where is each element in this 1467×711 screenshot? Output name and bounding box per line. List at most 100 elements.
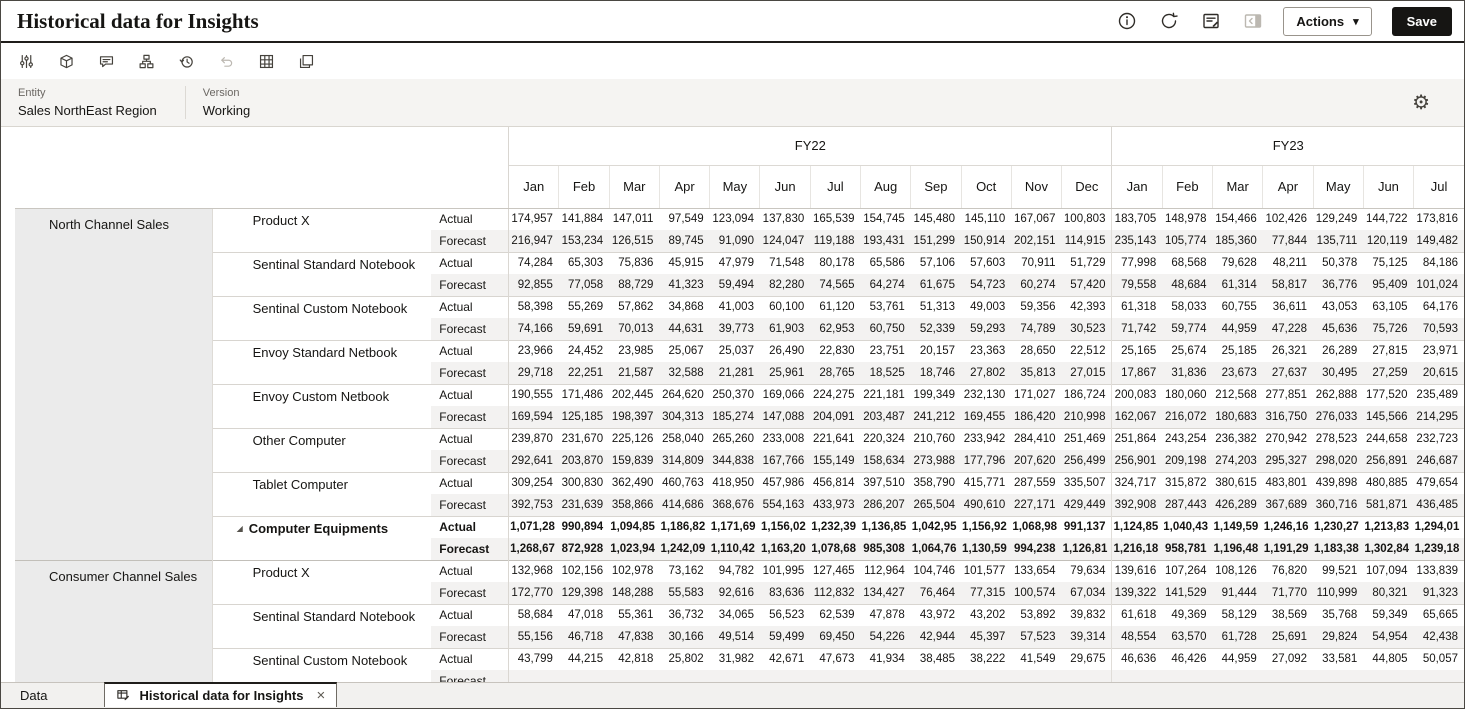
row-header-product[interactable]: Tablet Computer bbox=[212, 472, 431, 516]
data-cell[interactable]: 231,670 bbox=[559, 428, 609, 450]
data-cell[interactable]: 112,832 bbox=[810, 582, 860, 604]
data-cell[interactable]: 243,254 bbox=[1162, 428, 1212, 450]
data-cell[interactable]: 77,315 bbox=[961, 582, 1011, 604]
data-cell[interactable]: 581,871 bbox=[1363, 494, 1413, 516]
data-cell[interactable]: 1,216,18 bbox=[1112, 538, 1162, 560]
data-cell[interactable]: 71,548 bbox=[760, 252, 810, 274]
column-header-year[interactable]: FY23 bbox=[1112, 127, 1464, 165]
data-cell[interactable]: 994,238 bbox=[1011, 538, 1061, 560]
data-cell[interactable]: 57,523 bbox=[1011, 626, 1061, 648]
data-cell[interactable]: 148,288 bbox=[609, 582, 659, 604]
data-cell[interactable]: 23,966 bbox=[509, 340, 559, 362]
data-cell[interactable]: 202,445 bbox=[609, 384, 659, 406]
data-cell[interactable]: 414,686 bbox=[659, 494, 709, 516]
data-cell[interactable]: 287,559 bbox=[1011, 472, 1061, 494]
data-cell[interactable]: 82,280 bbox=[760, 274, 810, 296]
data-cell[interactable]: 64,274 bbox=[861, 274, 911, 296]
data-cell[interactable]: 220,324 bbox=[861, 428, 911, 450]
data-cell[interactable]: 39,773 bbox=[710, 318, 760, 340]
data-cell[interactable]: 74,789 bbox=[1011, 318, 1061, 340]
data-cell[interactable]: 207,620 bbox=[1011, 450, 1061, 472]
data-cell[interactable]: 554,163 bbox=[760, 494, 810, 516]
data-cell[interactable]: 30,166 bbox=[659, 626, 709, 648]
data-cell[interactable]: 190,555 bbox=[509, 384, 559, 406]
data-cell[interactable]: 45,636 bbox=[1313, 318, 1363, 340]
data-cell[interactable]: 1,040,43 bbox=[1162, 516, 1212, 538]
data-cell[interactable]: 231,639 bbox=[559, 494, 609, 516]
data-cell[interactable]: 276,033 bbox=[1313, 406, 1363, 428]
data-cell[interactable]: 24,452 bbox=[559, 340, 609, 362]
data-cell[interactable]: 77,998 bbox=[1112, 252, 1162, 274]
data-cell[interactable]: 55,269 bbox=[559, 296, 609, 318]
data-cell[interactable] bbox=[911, 670, 961, 682]
data-cell[interactable]: 167,067 bbox=[1011, 208, 1061, 230]
data-cell[interactable]: 274,203 bbox=[1213, 450, 1263, 472]
data-cell[interactable] bbox=[659, 670, 709, 682]
data-cell[interactable]: 48,554 bbox=[1112, 626, 1162, 648]
data-cell[interactable]: 27,802 bbox=[961, 362, 1011, 384]
data-cell[interactable] bbox=[1011, 670, 1061, 682]
data-cell[interactable]: 27,815 bbox=[1363, 340, 1413, 362]
row-header-scenario[interactable]: Forecast bbox=[431, 230, 508, 252]
data-cell[interactable]: 70,593 bbox=[1414, 318, 1464, 340]
data-cell[interactable]: 43,053 bbox=[1313, 296, 1363, 318]
data-cell[interactable]: 480,885 bbox=[1363, 472, 1413, 494]
data-cell[interactable]: 74,166 bbox=[509, 318, 559, 340]
hierarchy-button[interactable] bbox=[138, 53, 155, 70]
row-header-product[interactable]: Envoy Standard Netbook bbox=[212, 340, 431, 384]
dimension-button[interactable] bbox=[58, 53, 75, 70]
data-cell[interactable]: 1,246,16 bbox=[1263, 516, 1313, 538]
data-cell[interactable]: 137,830 bbox=[760, 208, 810, 230]
data-cell[interactable]: 61,120 bbox=[810, 296, 860, 318]
data-cell[interactable]: 1,136,85 bbox=[861, 516, 911, 538]
data-cell[interactable]: 244,658 bbox=[1363, 428, 1413, 450]
data-cell[interactable]: 55,361 bbox=[609, 604, 659, 626]
data-cell[interactable]: 73,162 bbox=[659, 560, 709, 582]
data-cell[interactable]: 227,171 bbox=[1011, 494, 1061, 516]
row-header-product[interactable]: Other Computer bbox=[212, 428, 431, 472]
data-cell[interactable]: 31,836 bbox=[1162, 362, 1212, 384]
data-cell[interactable]: 44,959 bbox=[1213, 318, 1263, 340]
data-cell[interactable]: 21,281 bbox=[710, 362, 760, 384]
data-cell[interactable]: 126,515 bbox=[609, 230, 659, 252]
row-header-product[interactable]: Sentinal Standard Notebook bbox=[212, 604, 431, 648]
data-cell[interactable]: 41,323 bbox=[659, 274, 709, 296]
data-cell[interactable]: 34,065 bbox=[710, 604, 760, 626]
data-cell[interactable]: 239,870 bbox=[509, 428, 559, 450]
row-header-product[interactable]: Envoy Custom Netbook bbox=[212, 384, 431, 428]
data-cell[interactable]: 102,426 bbox=[1263, 208, 1313, 230]
data-cell[interactable] bbox=[509, 670, 559, 682]
data-cell[interactable]: 59,494 bbox=[710, 274, 760, 296]
data-cell[interactable]: 457,986 bbox=[760, 472, 810, 494]
data-cell[interactable]: 335,507 bbox=[1062, 472, 1112, 494]
pov-version-value[interactable]: Working bbox=[203, 103, 250, 118]
data-cell[interactable]: 135,711 bbox=[1313, 230, 1363, 252]
data-cell[interactable]: 44,805 bbox=[1363, 648, 1413, 670]
data-cell[interactable]: 1,196,48 bbox=[1213, 538, 1263, 560]
data-cell[interactable]: 41,549 bbox=[1011, 648, 1061, 670]
data-cell[interactable]: 22,512 bbox=[1062, 340, 1112, 362]
data-cell[interactable]: 49,514 bbox=[710, 626, 760, 648]
data-cell[interactable]: 71,742 bbox=[1112, 318, 1162, 340]
data-cell[interactable]: 264,620 bbox=[659, 384, 709, 406]
data-cell[interactable]: 314,809 bbox=[659, 450, 709, 472]
data-cell[interactable]: 1,130,59 bbox=[961, 538, 1011, 560]
data-cell[interactable]: 101,995 bbox=[760, 560, 810, 582]
data-cell[interactable]: 60,750 bbox=[861, 318, 911, 340]
data-cell[interactable]: 256,499 bbox=[1062, 450, 1112, 472]
data-cell[interactable]: 60,755 bbox=[1213, 296, 1263, 318]
tab-data[interactable]: Data bbox=[1, 683, 66, 708]
data-cell[interactable]: 436,485 bbox=[1414, 494, 1464, 516]
data-cell[interactable]: 26,289 bbox=[1313, 340, 1363, 362]
data-cell[interactable]: 49,003 bbox=[961, 296, 1011, 318]
data-cell[interactable]: 45,397 bbox=[961, 626, 1011, 648]
data-cell[interactable]: 1,149,59 bbox=[1213, 516, 1263, 538]
data-cell[interactable]: 79,628 bbox=[1213, 252, 1263, 274]
data-cell[interactable]: 1,023,94 bbox=[609, 538, 659, 560]
data-cell[interactable]: 58,684 bbox=[509, 604, 559, 626]
data-cell[interactable]: 62,953 bbox=[810, 318, 860, 340]
row-header-scenario[interactable]: Actual bbox=[431, 472, 508, 494]
data-cell[interactable]: 415,771 bbox=[961, 472, 1011, 494]
history-button[interactable] bbox=[178, 53, 195, 70]
data-cell[interactable]: 110,999 bbox=[1313, 582, 1363, 604]
